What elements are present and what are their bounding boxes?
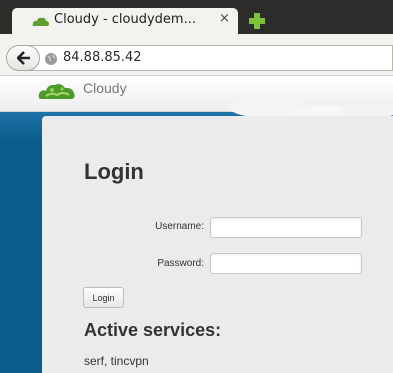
tab-strip: Cloudy - cloudydem... ×: [0, 0, 393, 34]
login-panel: Login Username: Password: Login Active s…: [42, 116, 393, 373]
arrow-left-icon: [17, 51, 30, 65]
password-field[interactable]: [210, 253, 362, 274]
cloud-logo-icon[interactable]: [38, 79, 76, 103]
browser-tab[interactable]: Cloudy - cloudydem... ×: [12, 8, 238, 34]
site-brand[interactable]: Cloudy: [83, 80, 127, 96]
login-heading: Login: [84, 159, 144, 184]
page-content: Cloudy Login Username: Password: Login A…: [0, 76, 393, 373]
password-label: Password:: [157, 258, 204, 269]
tab-close-icon[interactable]: ×: [219, 11, 230, 26]
tab-title: Cloudy - cloudydem...: [54, 12, 196, 27]
url-text: 84.88.85.42: [63, 50, 142, 65]
plus-icon[interactable]: [248, 12, 266, 30]
globe-icon: [45, 53, 57, 65]
services-heading: Active services:: [84, 320, 222, 340]
username-label: Username:: [155, 221, 204, 232]
services-list: serf, tincvpn: [84, 354, 149, 368]
address-toolbar: 84.88.85.42: [0, 34, 393, 76]
cloud-favicon-icon: [32, 17, 49, 26]
login-button[interactable]: Login: [83, 287, 124, 308]
back-button[interactable]: [6, 45, 40, 71]
username-field[interactable]: [210, 217, 362, 238]
